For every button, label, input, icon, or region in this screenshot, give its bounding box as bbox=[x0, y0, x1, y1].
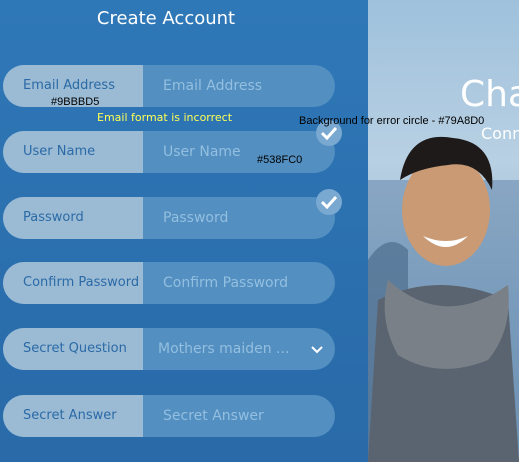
secret-question-field[interactable]: Secret Question Mothers maiden ... bbox=[3, 328, 335, 370]
password-input[interactable] bbox=[143, 197, 335, 239]
label-color-annotation: #9BBBD5 bbox=[51, 96, 100, 108]
create-account-panel: Create Account Email Address Email forma… bbox=[0, 0, 368, 462]
secret-question-select[interactable]: Mothers maiden ... bbox=[158, 328, 289, 370]
password-check-icon bbox=[316, 189, 342, 215]
confirm-password-field: Confirm Password bbox=[3, 262, 335, 304]
secret-answer-field: Secret Answer bbox=[3, 395, 335, 437]
error-circle-annotation: Background for error circle - #79A8D0 bbox=[299, 115, 485, 127]
page-title: Create Account bbox=[96, 8, 236, 29]
secret-answer-label: Secret Answer bbox=[3, 395, 143, 437]
secret-answer-input[interactable] bbox=[143, 395, 335, 437]
hero-subline: Conn bbox=[481, 124, 519, 143]
username-label: User Name bbox=[3, 131, 143, 173]
input-color-annotation: #538FC0 bbox=[257, 154, 303, 166]
hero-headline: Cha bbox=[460, 74, 519, 115]
chevron-down-icon[interactable] bbox=[311, 343, 323, 355]
email-input[interactable] bbox=[143, 65, 335, 107]
confirm-password-input[interactable] bbox=[143, 262, 335, 304]
username-field: User Name bbox=[3, 131, 335, 173]
secret-question-label: Secret Question bbox=[3, 328, 143, 370]
hero-image: Cha Conn bbox=[368, 0, 519, 462]
password-field: Password bbox=[3, 197, 335, 239]
smiling-man-photo bbox=[368, 136, 519, 462]
email-error-message: Email format is incorrect bbox=[97, 111, 233, 124]
username-input[interactable] bbox=[143, 131, 335, 173]
confirm-password-label: Confirm Password bbox=[3, 262, 143, 304]
password-label: Password bbox=[3, 197, 143, 239]
